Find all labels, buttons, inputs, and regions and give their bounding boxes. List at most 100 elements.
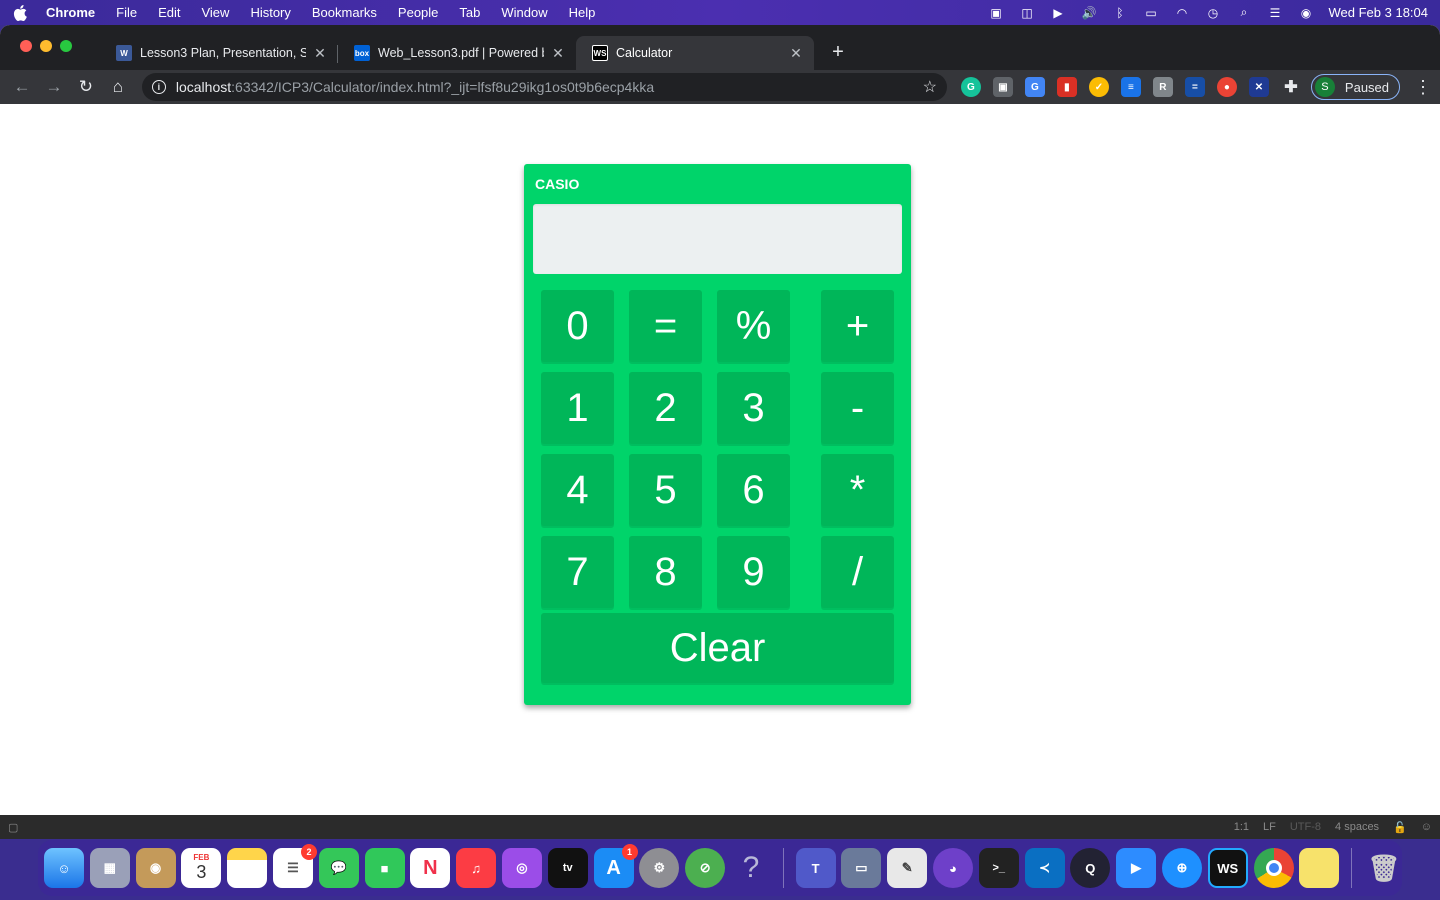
address-bar[interactable]: i localhost:63342/ICP3/Calculator/index.… <box>141 73 947 101</box>
menu-view[interactable]: View <box>201 5 229 20</box>
forward-button[interactable]: → <box>40 73 68 101</box>
notes-extension-icon[interactable]: = <box>1184 77 1205 97</box>
calendar-icon[interactable]: FEB 3 <box>181 848 222 888</box>
stickies-icon[interactable] <box>1299 848 1340 888</box>
close-tab-icon[interactable]: ✕ <box>788 45 804 61</box>
contacts-icon[interactable]: ◉ <box>135 848 176 888</box>
check-extension-icon[interactable]: ✓ <box>1088 77 1109 97</box>
key-2[interactable]: 2 <box>629 372 702 444</box>
vscode-icon[interactable]: ≺ <box>1024 848 1065 888</box>
vpn-app-icon[interactable]: ⊘ <box>685 848 726 888</box>
time-machine-icon[interactable]: ◷ <box>1205 6 1222 20</box>
terminal-icon[interactable]: >_ <box>978 848 1019 888</box>
translate-extension-icon[interactable]: G <box>1024 77 1045 97</box>
textedit-icon[interactable]: ✎ <box>887 848 928 888</box>
key-1[interactable]: 1 <box>541 372 614 444</box>
key-6[interactable]: 6 <box>717 454 790 526</box>
apple-menu-icon[interactable] <box>12 4 28 21</box>
webstorm-icon[interactable]: WS <box>1207 848 1248 888</box>
play-tray-icon[interactable]: ▶ <box>1050 6 1067 20</box>
indent-setting[interactable]: 4 spaces <box>1335 821 1379 833</box>
wifi-icon[interactable]: ◠ <box>1174 6 1191 20</box>
key-9[interactable]: 9 <box>717 536 790 608</box>
close-tab-icon[interactable]: ✕ <box>550 45 566 61</box>
launchpad-icon[interactable]: ▦ <box>89 848 130 888</box>
facetime-icon[interactable]: ■ <box>364 848 405 888</box>
key-percent[interactable]: % <box>717 290 790 362</box>
safari-icon[interactable]: ⊕ <box>1161 848 1202 888</box>
grammarly-extension-icon[interactable]: G <box>960 77 981 97</box>
key-5[interactable]: 5 <box>629 454 702 526</box>
back-button[interactable]: ← <box>8 73 36 101</box>
messages-icon[interactable]: 💬 <box>318 848 359 888</box>
file-encoding[interactable]: UTF-8 <box>1290 821 1321 833</box>
close-tab-icon[interactable]: ✕ <box>312 45 328 61</box>
menu-window[interactable]: Window <box>501 5 547 20</box>
close-window-button[interactable] <box>20 40 32 52</box>
music-icon[interactable]: ♫ <box>456 848 497 888</box>
menu-file[interactable]: File <box>116 5 137 20</box>
panel-toggle-icon[interactable]: ▢ <box>8 821 18 834</box>
bookmark-star-icon[interactable]: ☆ <box>923 77 937 97</box>
tab-calculator[interactable]: WS Calculator ✕ <box>576 36 814 70</box>
podcasts-icon[interactable]: ◎ <box>501 848 542 888</box>
key-0[interactable]: 0 <box>541 290 614 362</box>
siri-icon[interactable]: ◉ <box>1298 6 1315 20</box>
zoom-tray-icon[interactable]: ▣ <box>988 6 1005 20</box>
tab-lesson3-plan[interactable]: W Lesson3 Plan, Presentation, Sc ✕ <box>100 36 338 70</box>
menu-people[interactable]: People <box>398 5 438 20</box>
key-multiply[interactable]: * <box>821 454 894 526</box>
key-3[interactable]: 3 <box>717 372 790 444</box>
preview-icon[interactable]: ▭ <box>841 848 882 888</box>
apple-tv-icon[interactable]: tv <box>547 848 588 888</box>
layers-extension-icon[interactable]: ≡ <box>1120 77 1141 97</box>
caret-position[interactable]: 1:1 <box>1234 821 1249 833</box>
menu-edit[interactable]: Edit <box>158 5 180 20</box>
key-equals[interactable]: = <box>629 290 702 362</box>
extensions-puzzle-icon[interactable]: ✚ <box>1281 77 1301 97</box>
menu-history[interactable]: History <box>250 5 290 20</box>
bluetooth-icon[interactable]: ᛒ <box>1112 6 1129 20</box>
key-divide[interactable]: / <box>821 536 894 608</box>
battery-icon[interactable]: ▭ <box>1143 6 1160 20</box>
key-plus[interactable]: + <box>821 290 894 362</box>
url-text[interactable]: localhost:63342/ICP3/Calculator/index.ht… <box>176 79 923 95</box>
control-center-icon[interactable]: ☰ <box>1267 6 1284 20</box>
clipboard-tray-icon[interactable]: ◫ <box>1019 6 1036 20</box>
reminders-icon[interactable]: ☰ 2 <box>272 844 317 888</box>
menu-bookmarks[interactable]: Bookmarks <box>312 5 377 20</box>
line-ending[interactable]: LF <box>1263 821 1276 833</box>
trash-icon[interactable]: 🗑 <box>1364 848 1404 888</box>
key-minus[interactable]: - <box>821 372 894 444</box>
spotlight-search-icon[interactable]: ⌕ <box>1236 5 1253 20</box>
key-7[interactable]: 7 <box>541 536 614 608</box>
finder-icon[interactable]: ☺ <box>44 848 84 888</box>
key-4[interactable]: 4 <box>541 454 614 526</box>
bookmark-extension-icon[interactable]: ▮ <box>1056 77 1077 97</box>
menu-tab[interactable]: Tab <box>459 5 480 20</box>
quicktime-icon[interactable]: Q <box>1070 848 1111 888</box>
maximize-window-button[interactable] <box>60 40 72 52</box>
new-tab-button[interactable]: + <box>824 38 852 66</box>
screenshot-extension-icon[interactable]: ▣ <box>992 77 1013 97</box>
reload-button[interactable]: ↻ <box>72 73 100 101</box>
menubar-clock[interactable]: Wed Feb 3 18:04 <box>1329 5 1429 20</box>
tab-web-lesson3-pdf[interactable]: box Web_Lesson3.pdf | Powered b ✕ <box>338 36 576 70</box>
github-desktop-icon[interactable]: ◕ <box>932 848 973 888</box>
home-button[interactable]: ⌂ <box>104 73 132 101</box>
calculator-display[interactable] <box>533 204 902 274</box>
chrome-icon[interactable] <box>1253 848 1294 888</box>
chrome-menu-icon[interactable]: ⋮ <box>1414 77 1432 98</box>
inspector-icon[interactable]: ☺ <box>1421 821 1432 833</box>
adblock-extension-icon[interactable]: ● <box>1216 77 1237 97</box>
system-preferences-icon[interactable]: ⚙ <box>639 848 680 888</box>
news-icon[interactable]: N <box>410 848 451 888</box>
app-store-icon[interactable]: A1 <box>593 844 638 888</box>
clear-button[interactable]: Clear <box>541 613 894 683</box>
menu-app-name[interactable]: Chrome <box>46 5 95 20</box>
reader-extension-icon[interactable]: R <box>1152 77 1173 97</box>
lock-icon[interactable]: 🔓 <box>1393 821 1407 834</box>
profile-button[interactable]: S Paused <box>1310 74 1401 100</box>
menu-help[interactable]: Help <box>569 5 596 20</box>
zoom-app-icon[interactable]: ▶ <box>1116 848 1157 888</box>
